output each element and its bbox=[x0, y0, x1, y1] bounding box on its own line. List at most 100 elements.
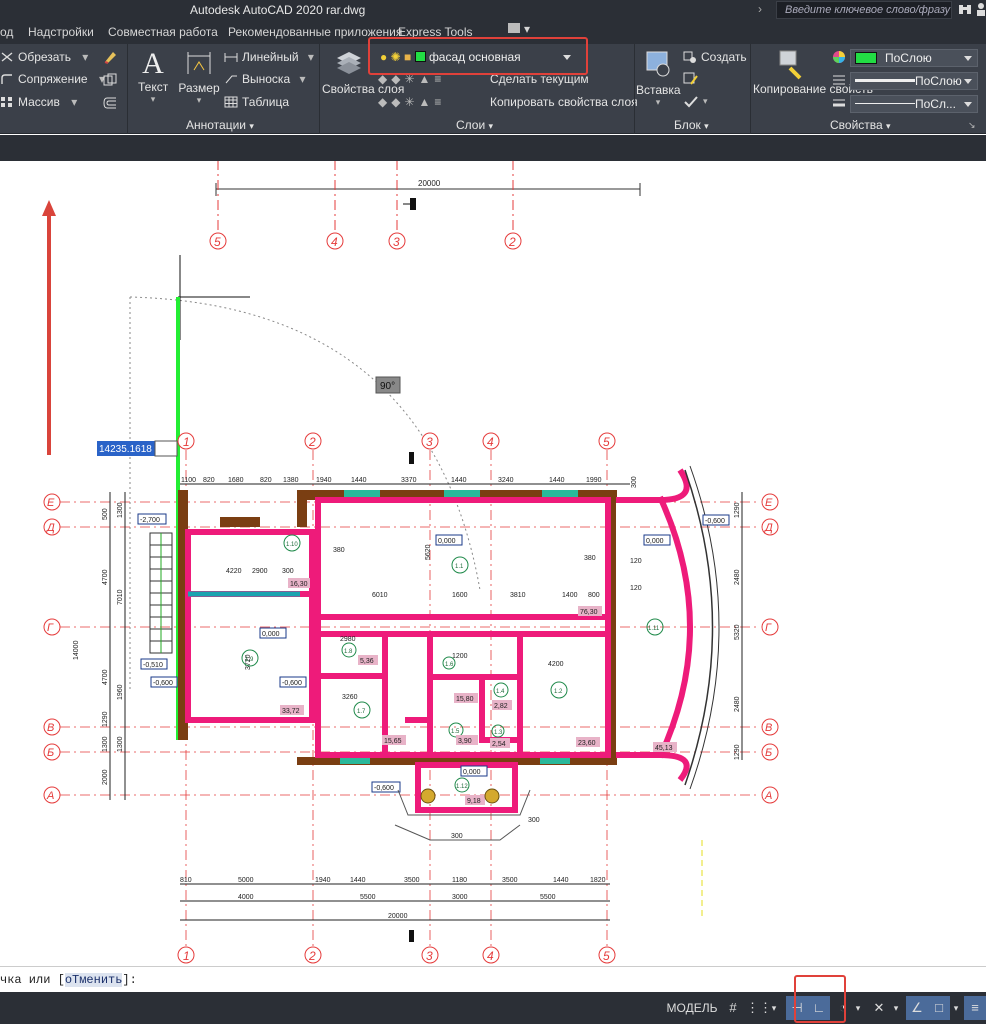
layer-walk-icon[interactable]: ◆ bbox=[378, 95, 391, 109]
command-option-undo[interactable]: оТменить bbox=[64, 973, 123, 987]
fillet-button[interactable]: Сопряжение ▾ bbox=[0, 72, 105, 86]
room-1-7: 1.7 bbox=[357, 709, 366, 715]
chevron-down-icon[interactable]: ▾ bbox=[299, 72, 305, 86]
model-space-button[interactable]: МОДЕЛЬ bbox=[664, 996, 720, 1020]
lineweight-dropdown[interactable]: ПоСл... bbox=[850, 95, 978, 113]
binoculars-icon[interactable] bbox=[958, 2, 972, 19]
left-chain2-3: 1300 bbox=[117, 736, 124, 752]
chevron-down-icon[interactable]: ▾ bbox=[71, 95, 77, 109]
chevron-down-icon[interactable]: ▾ bbox=[950, 996, 962, 1020]
layer-match-icon[interactable]: ≡ bbox=[434, 95, 445, 109]
dialog-launcher-icon[interactable]: ↘ bbox=[968, 120, 976, 131]
top-dim-text: 20000 bbox=[418, 179, 441, 188]
linetype-dropdown[interactable]: ПоСлою bbox=[850, 72, 978, 90]
dim-6010: 6010 bbox=[372, 592, 388, 599]
leader-button[interactable]: Выноска ▾ bbox=[224, 72, 306, 86]
layer-tools-row2[interactable]: ◆◆✳▲≡ bbox=[378, 95, 445, 109]
chevron-down-icon[interactable]: ▾ bbox=[636, 97, 680, 108]
tab-view[interactable]: од bbox=[0, 25, 13, 39]
chevron-down-icon[interactable]: ▾ bbox=[138, 94, 168, 105]
layer-properties-button[interactable]: Свойства слоя bbox=[322, 48, 404, 96]
edit-attributes-icon[interactable] bbox=[683, 95, 699, 112]
panel-toggle-icon[interactable] bbox=[508, 23, 520, 33]
color-dropdown[interactable]: ПоСлою bbox=[850, 49, 978, 67]
linear-dim-button[interactable]: Линейный ▾ bbox=[224, 50, 314, 64]
lineweight-display-icon[interactable]: ≡ bbox=[964, 996, 986, 1020]
level-2: -0,600 bbox=[153, 680, 173, 687]
area-11: 9,18 bbox=[467, 798, 481, 805]
chevron-down-icon[interactable]: ▾ bbox=[178, 95, 220, 106]
match-properties-label: Копирование свойств bbox=[753, 82, 873, 96]
chevron-down-icon[interactable]: ▾ bbox=[852, 996, 864, 1020]
dim-4200a: 4200 bbox=[548, 661, 564, 668]
top-chain-9: 3240 bbox=[498, 477, 514, 484]
drawing-canvas[interactable]: 20000 5 4 3 2 90° 14235.1618 1 2 3 4 5 1… bbox=[0, 161, 986, 966]
left-chain-1: 4700 bbox=[102, 569, 109, 585]
bottom-chain1-7: 1440 bbox=[553, 877, 569, 884]
room-1-3: 1.3 bbox=[494, 730, 503, 736]
chevron-down-icon[interactable]: ▾ bbox=[524, 22, 530, 36]
tab-collaborate[interactable]: Совместная работа bbox=[108, 25, 218, 39]
copy-icon[interactable] bbox=[102, 72, 118, 91]
plan-axis-1: 1 bbox=[183, 435, 190, 449]
row-axis-v: В bbox=[47, 722, 54, 734]
trim-label: Обрезать bbox=[18, 50, 71, 64]
lineweight-line bbox=[855, 103, 915, 104]
tab-addins[interactable]: Надстройки bbox=[28, 25, 94, 39]
dim-120a: 120 bbox=[630, 558, 642, 565]
edit-block-icon[interactable] bbox=[683, 72, 699, 89]
bottom-chain1-8: 1820 bbox=[590, 877, 606, 884]
level-7: -0,600 bbox=[374, 785, 394, 792]
room-1-11: 1.11 bbox=[648, 626, 660, 632]
isodraft-icon[interactable]: ✕ bbox=[868, 996, 890, 1020]
array-button[interactable]: Массив ▾ bbox=[0, 95, 77, 109]
room-1-10: 1.10 bbox=[286, 542, 298, 548]
top-chain-1: 820 bbox=[203, 477, 215, 484]
properties-panel-title[interactable]: Свойства ▾ bbox=[830, 118, 891, 132]
text-icon: A bbox=[142, 47, 164, 80]
layer-unlock-icon[interactable]: ▲ bbox=[419, 95, 435, 109]
offset-icon[interactable] bbox=[102, 95, 118, 114]
linetype-value: ПоСлою bbox=[915, 74, 962, 88]
left-chain-4: 1300 bbox=[102, 736, 109, 752]
match-properties-button[interactable]: Копирование свойств bbox=[753, 48, 873, 96]
create-block-button[interactable]: Создать bbox=[683, 50, 747, 64]
red-arrow-annotation bbox=[42, 200, 56, 455]
fillet-label: Сопряжение bbox=[18, 72, 88, 86]
block-panel-title[interactable]: Блок ▾ bbox=[674, 118, 709, 132]
layer-delete-icon[interactable]: ✳ bbox=[404, 95, 418, 109]
title-bar: Autodesk AutoCAD 2020 rar.dwg › Введите … bbox=[0, 0, 986, 20]
chevron-down-icon[interactable]: ▾ bbox=[768, 996, 780, 1020]
trim-button[interactable]: Обрезать ▾ bbox=[0, 50, 88, 64]
chevron-down-icon[interactable]: ▾ bbox=[308, 50, 314, 64]
user-icon[interactable] bbox=[976, 2, 986, 19]
eraser-icon[interactable] bbox=[102, 49, 118, 68]
row-axis-g: Г bbox=[47, 622, 54, 634]
search-input[interactable]: Введите ключевое слово/фразу bbox=[776, 1, 952, 19]
dimension-button[interactable]: Размер ▾ bbox=[178, 48, 220, 106]
chevron-down-icon[interactable]: ▾ bbox=[890, 996, 902, 1020]
insert-block-button[interactable]: Вставка ▾ bbox=[636, 48, 681, 108]
object-snap-tracking-icon[interactable]: ∠ bbox=[906, 996, 928, 1020]
elevation-marker-icon bbox=[403, 198, 416, 210]
color-wheel-icon[interactable] bbox=[832, 50, 846, 67]
room-1-12: 1.12 bbox=[456, 784, 468, 790]
right-chain-4: 1290 bbox=[734, 744, 741, 760]
leader-label: Выноска bbox=[242, 72, 291, 86]
chevron-down-icon[interactable]: ▾ bbox=[703, 96, 708, 107]
text-button[interactable]: A Текст ▾ bbox=[138, 48, 168, 105]
annotation-panel-title[interactable]: Аннотации ▾ bbox=[186, 118, 254, 132]
room-1-8: 1.8 bbox=[344, 649, 353, 655]
search-arrow-icon[interactable]: › bbox=[758, 2, 762, 16]
layers-panel-title[interactable]: Слои ▾ bbox=[456, 118, 493, 132]
object-snap-icon[interactable]: □ bbox=[928, 996, 950, 1020]
chevron-down-icon[interactable]: ▾ bbox=[82, 50, 88, 64]
table-button[interactable]: Таблица bbox=[224, 95, 289, 109]
snap-icon[interactable]: ⋮⋮ bbox=[746, 996, 772, 1020]
layer-merge-icon[interactable]: ◆ bbox=[391, 95, 404, 109]
match-properties-icon bbox=[779, 50, 802, 80]
dim-380b: 380 bbox=[584, 555, 596, 562]
grid-icon[interactable]: # bbox=[722, 996, 744, 1020]
area-0: 16,30 bbox=[290, 581, 308, 588]
match-layer-button[interactable]: Копировать свойства слоя bbox=[490, 95, 638, 109]
